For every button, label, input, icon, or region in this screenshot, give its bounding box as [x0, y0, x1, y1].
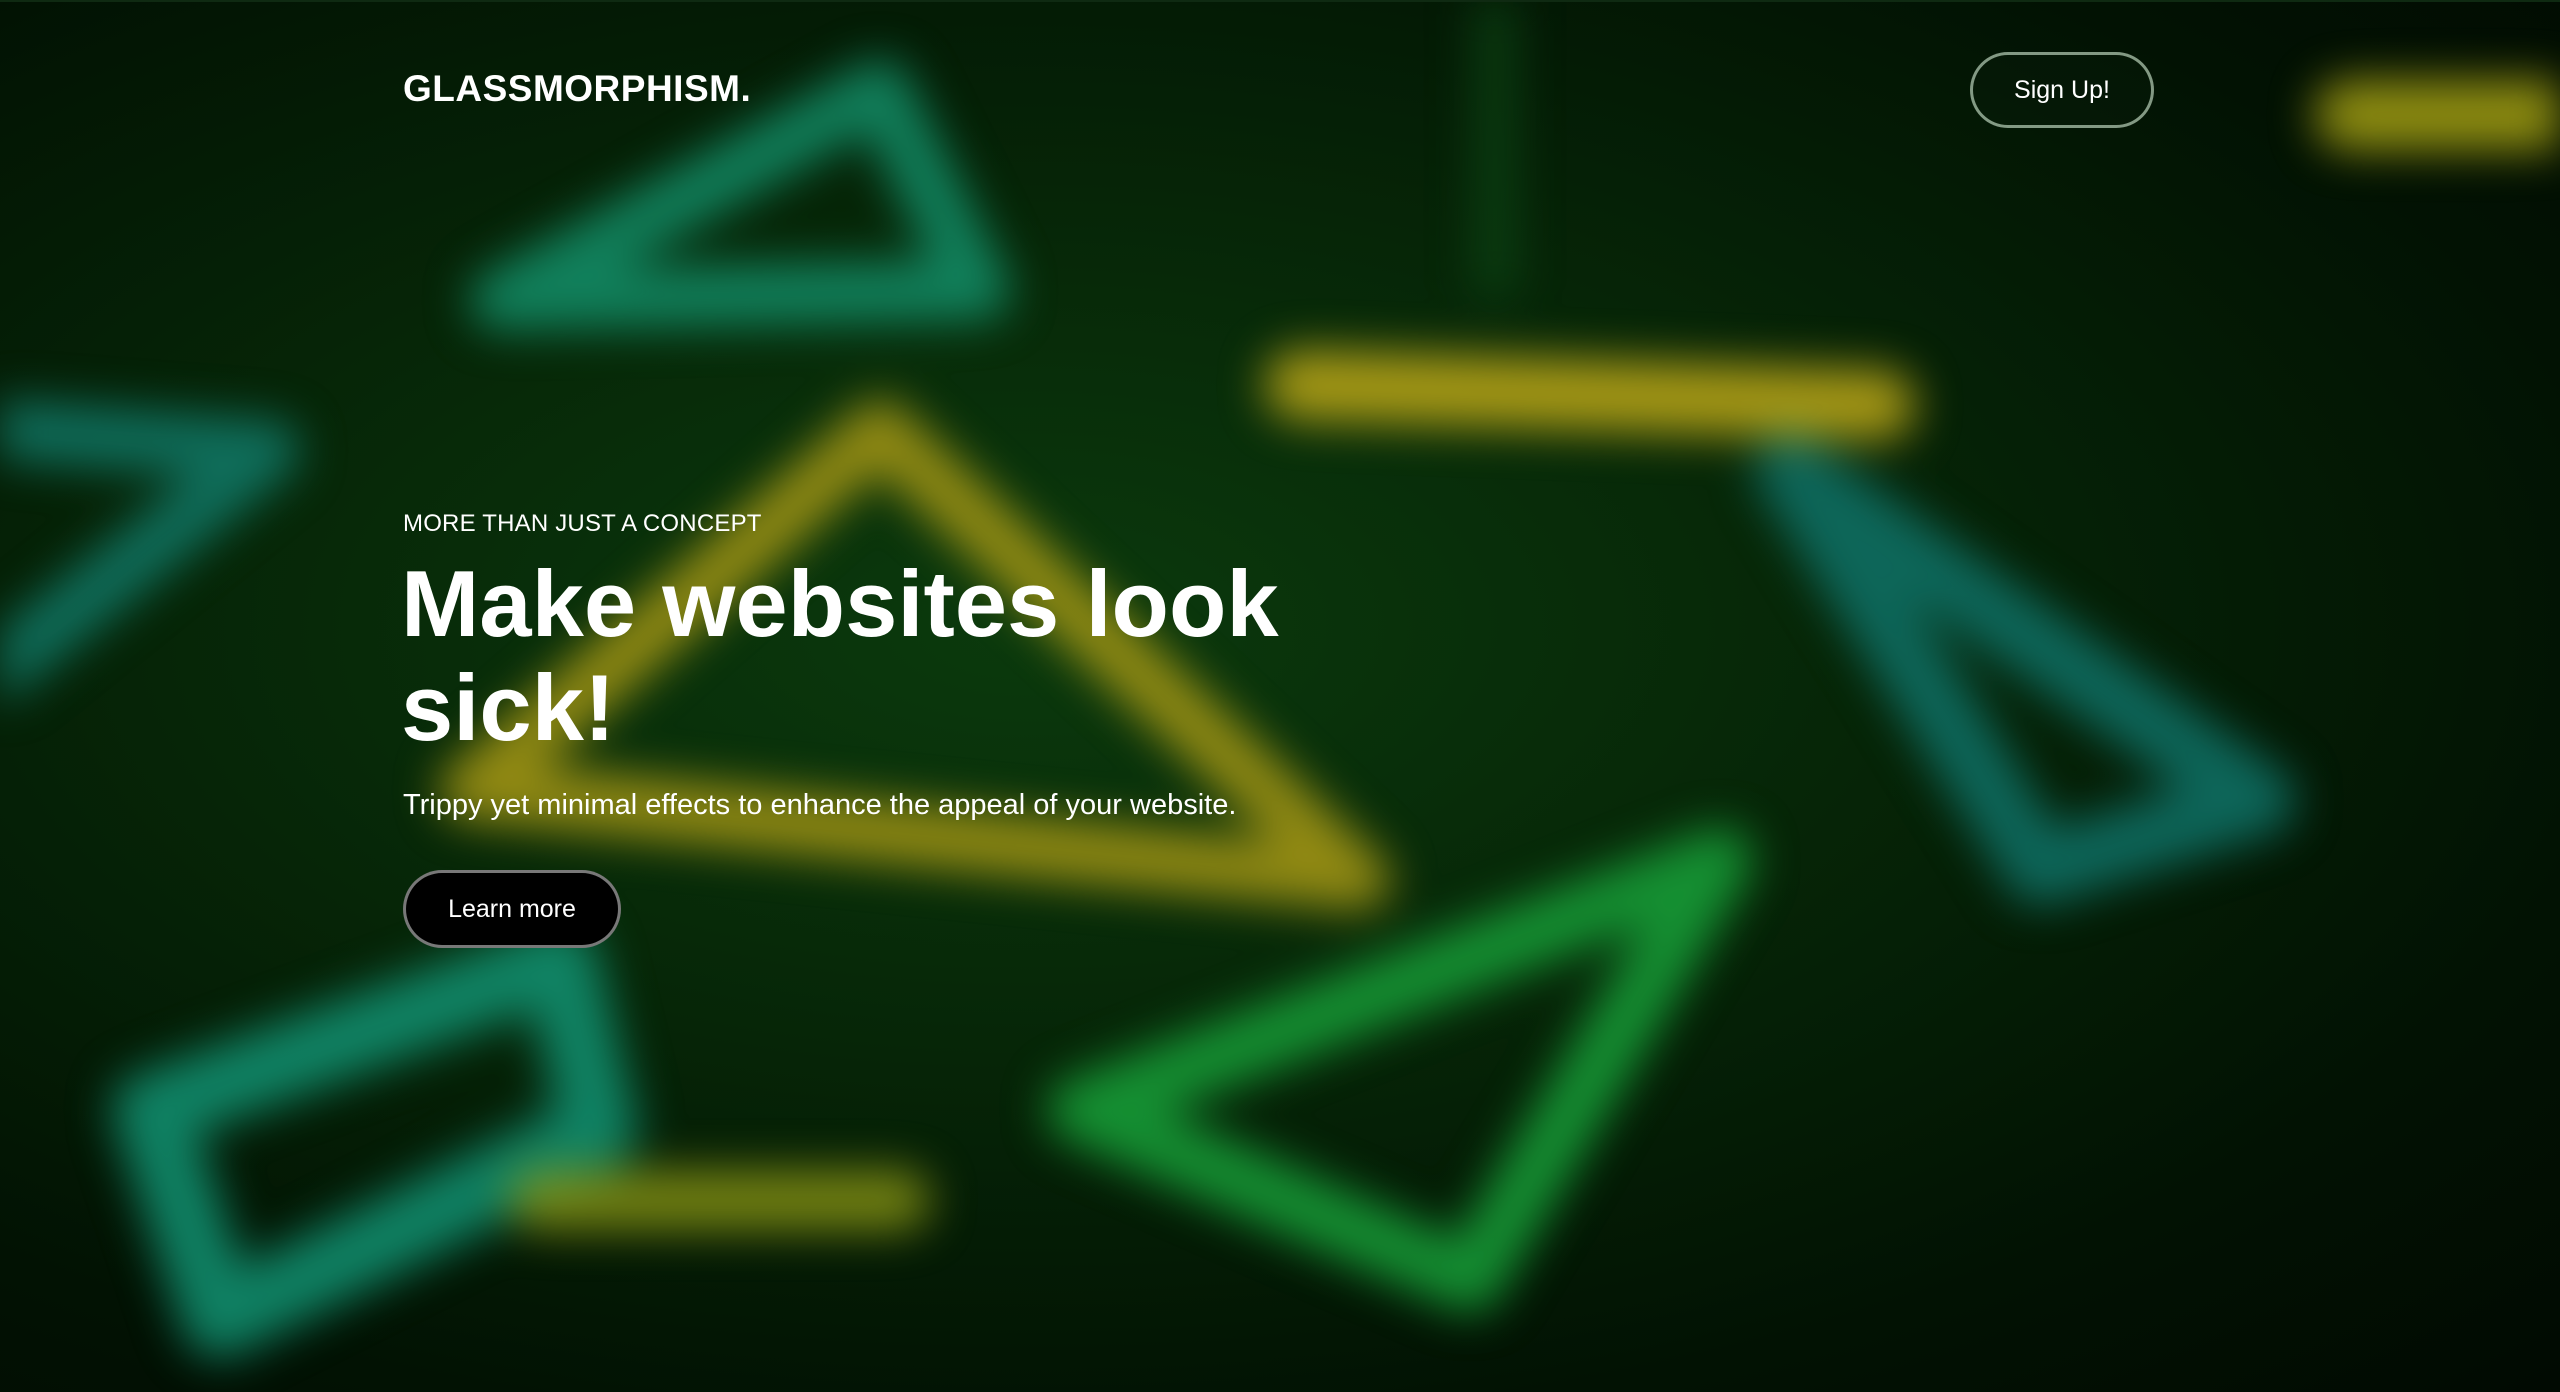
- bg-teal-triangle-right: [1755, 435, 2295, 905]
- bg-teal-triangle-left: [0, 399, 300, 707]
- hero-subtext: Trippy yet minimal effects to enhance th…: [403, 789, 1237, 821]
- hero-headline: Make websites look sick!: [401, 552, 1401, 760]
- bg-teal-triangle-top: [470, 60, 1010, 330]
- learn-more-button[interactable]: Learn more: [403, 870, 621, 948]
- signup-button[interactable]: Sign Up!: [1970, 52, 2154, 128]
- bg-green-triangle-bottom: [1047, 827, 1753, 1313]
- top-border: [0, 0, 2560, 2]
- logo[interactable]: GLASSMORPHISM.: [403, 68, 751, 110]
- hero-headline-line1: Make websites look: [401, 551, 1279, 656]
- hero-eyebrow: MORE THAN JUST A CONCEPT: [403, 510, 762, 537]
- hero-headline-line2: sick!: [401, 655, 616, 760]
- hero-page: GLASSMORPHISM. Sign Up! MORE THAN JUST A…: [0, 0, 2560, 1392]
- bg-yellow-bar-top: [1265, 350, 1915, 440]
- bg-teal-triangle-bottom-left: [112, 922, 638, 1358]
